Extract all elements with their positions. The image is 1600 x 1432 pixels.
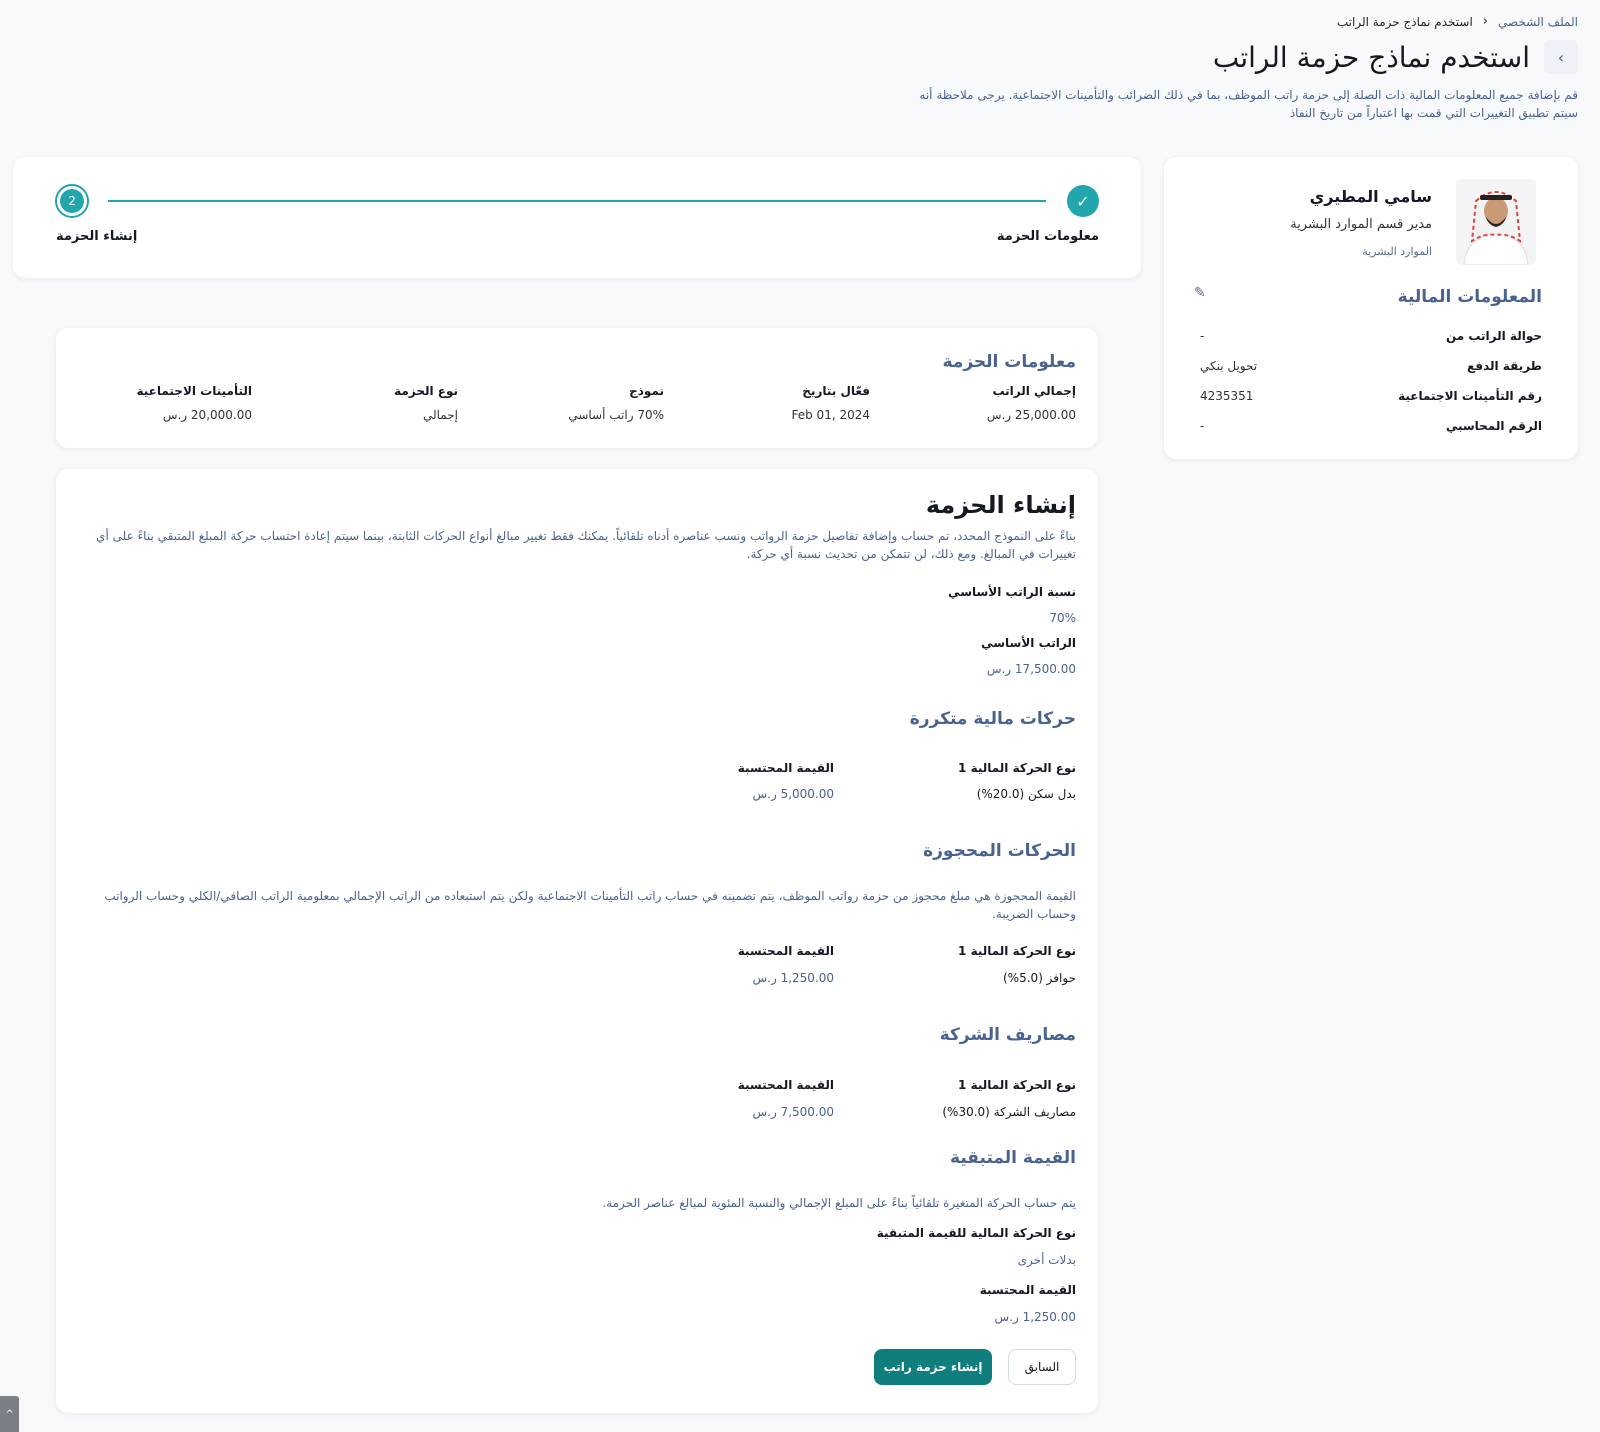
profile-name: سامي المطيري xyxy=(1309,187,1432,206)
step-1-label: معلومات الحزمة xyxy=(996,229,1099,244)
package-field-type: نوع الحزمة إجمالي xyxy=(394,384,458,422)
company-type-label: نوع الحركة المالية 1 xyxy=(958,1078,1076,1092)
breadcrumb-profile-link[interactable]: الملف الشخصي xyxy=(1498,15,1578,29)
remaining-type-value: بدلات أخرى xyxy=(1017,1253,1076,1267)
package-field-value: 25,000.00 ر.س xyxy=(986,408,1076,422)
remaining-calc-value: 1,250.00 ر.س xyxy=(994,1310,1076,1324)
financial-row-value: - xyxy=(1200,329,1205,343)
step-1-check-icon[interactable]: ✓ xyxy=(1067,185,1099,217)
stepper-line xyxy=(108,200,1046,202)
package-field-effective: فعّال بتاريخ Feb 01, 2024 xyxy=(792,384,871,422)
basic-salary-label: الراتب الأساسي xyxy=(981,636,1076,650)
financial-row: رقم التأمينات الاجتماعية 4235351 xyxy=(1200,389,1542,403)
package-field-value: 70% راتب أساسي xyxy=(568,408,664,422)
financial-row-key: طريقة الدفع xyxy=(1467,359,1542,373)
package-field-value: Feb 01, 2024 xyxy=(791,408,871,422)
step-2-label: إنشاء الحزمة xyxy=(56,229,138,244)
reserved-section-description: القيمة المحجوزة هي مبلغ محجوز من حزمة رو… xyxy=(104,889,1076,921)
financial-row: حوالة الراتب من - xyxy=(1200,329,1542,343)
package-field-key: التأمينات الاجتماعية xyxy=(136,384,252,398)
company-calc-value: 7,500.00 ر.س xyxy=(752,1105,834,1119)
create-package-description: بناءً على النموذج المحدد، تم حساب وإضافة… xyxy=(96,529,1076,561)
recurring-type-value: بدل سكن (20.0%) xyxy=(976,787,1076,801)
package-field-social-insurance: التأمينات الاجتماعية 20,000.00 ر.س xyxy=(136,384,252,422)
reserved-type-value: حوافز (5.0%) xyxy=(1003,971,1076,985)
recurring-calc-label: القيمة المحتسبة xyxy=(737,761,834,775)
create-salary-package-button[interactable]: إنشاء حزمة راتب xyxy=(874,1349,992,1385)
package-field-key: فعّال بتاريخ xyxy=(802,384,870,398)
create-package-title: إنشاء الحزمة xyxy=(925,491,1076,519)
avatar xyxy=(1456,179,1536,265)
remaining-section-description: يتم حساب الحركة المتغيرة تلقائياً بناءً … xyxy=(602,1196,1076,1210)
package-field-total: إجمالي الراتب 25,000.00 ر.س xyxy=(987,384,1076,422)
financial-row-value: 4235351 xyxy=(1200,389,1254,403)
recurring-type-label: نوع الحركة المالية 1 xyxy=(958,761,1076,775)
package-field-template: نموذج 70% راتب أساسي xyxy=(568,384,664,422)
profile-role: مدير قسم الموارد البشرية xyxy=(1290,217,1432,232)
scroll-up-icon[interactable]: ^ xyxy=(0,1396,19,1432)
page-title: استخدم نماذج حزمة الراتب xyxy=(1212,40,1530,74)
package-info-title: معلومات الحزمة xyxy=(942,352,1076,372)
package-info-card: معلومات الحزمة إجمالي الراتب 25,000.00 ر… xyxy=(56,328,1098,448)
breadcrumb: الملف الشخصي ‹ استخدم نماذج حزمة الراتب xyxy=(1337,14,1578,29)
basic-percent-label: نسبة الراتب الأساسي xyxy=(948,585,1076,599)
basic-salary-value: 17,500.00 ر.س xyxy=(986,662,1076,676)
create-package-card: إنشاء الحزمة بناءً على النموذج المحدد، ت… xyxy=(56,469,1098,1413)
financial-row-value: تحويل بنكي xyxy=(1200,359,1258,373)
reserved-calc-value: 1,250.00 ر.س xyxy=(752,971,834,985)
step-2-indicator[interactable]: 2 xyxy=(55,184,89,218)
package-field-key: نوع الحزمة xyxy=(394,384,458,398)
financial-row-key: الرقم المحاسبي xyxy=(1445,419,1542,433)
financial-row: طريقة الدفع تحويل بنكي xyxy=(1200,359,1542,373)
company-calc-label: القيمة المحتسبة xyxy=(737,1078,834,1092)
reserved-type-label: نوع الحركة المالية 1 xyxy=(958,944,1076,958)
reserved-calc-label: القيمة المحتسبة xyxy=(737,944,834,958)
financial-row-value: - xyxy=(1200,419,1205,433)
basic-percent-value: 70% xyxy=(1049,611,1076,625)
previous-button[interactable]: السابق xyxy=(1008,1349,1076,1385)
profile-card: سامي المطيري مدير قسم الموارد البشرية ال… xyxy=(1164,157,1578,459)
package-field-key: نموذج xyxy=(629,384,664,398)
recurring-calc-value: 5,000.00 ر.س xyxy=(752,787,834,801)
stepper: ✓ 2 معلومات الحزمة إنشاء الحزمة xyxy=(13,157,1141,278)
financial-row: الرقم المحاسبي - xyxy=(1200,419,1542,433)
package-field-value: إجمالي xyxy=(422,408,458,422)
page-description: قم بإضافة جميع المعلومات المالية ذات الص… xyxy=(919,88,1578,120)
remaining-type-label: نوع الحركة المالية للقيمة المتبقية xyxy=(876,1226,1076,1240)
financial-row-key: حوالة الراتب من xyxy=(1445,329,1542,343)
company-type-value: مصاريف الشركة (30.0%) xyxy=(942,1105,1076,1119)
profile-department: الموارد البشرية xyxy=(1362,245,1432,258)
title-row: › استخدم نماذج حزمة الراتب xyxy=(1213,40,1578,74)
chevron-right-icon: › xyxy=(1557,47,1565,67)
avatar-image xyxy=(1456,179,1536,265)
step-2-number: 2 xyxy=(60,189,84,213)
package-field-key: إجمالي الراتب xyxy=(992,384,1076,398)
back-button[interactable]: › xyxy=(1544,40,1578,74)
reserved-section-title: الحركات المحجوزة xyxy=(923,841,1076,861)
chevron-left-icon: ‹ xyxy=(1482,14,1488,29)
package-field-value: 20,000.00 ر.س xyxy=(162,408,252,422)
pencil-icon[interactable]: ✎ xyxy=(1194,285,1206,301)
remaining-calc-label: القيمة المحتسبة xyxy=(979,1283,1076,1297)
financial-info-title: المعلومات المالية xyxy=(1397,287,1542,307)
breadcrumb-current: استخدم نماذج حزمة الراتب xyxy=(1336,14,1473,29)
remaining-section-title: القيمة المتبقية xyxy=(950,1148,1076,1168)
company-expenses-title: مصاريف الشركة xyxy=(939,1025,1076,1045)
recurring-section-title: حركات مالية متكررة xyxy=(909,709,1076,729)
financial-row-key: رقم التأمينات الاجتماعية xyxy=(1398,389,1542,403)
